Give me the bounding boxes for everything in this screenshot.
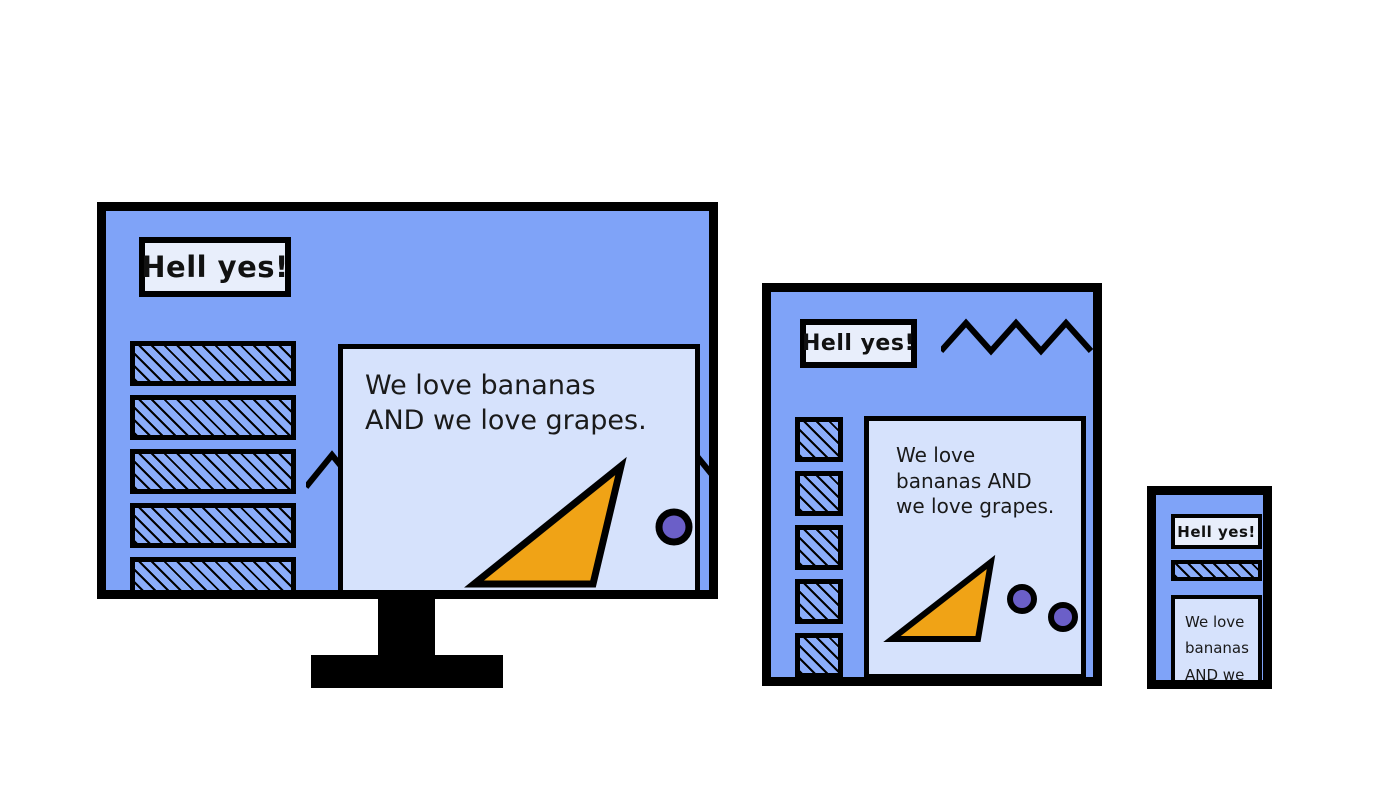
desktop-sidebar-item[interactable]	[130, 395, 296, 440]
tablet-orange-triangle	[883, 554, 996, 642]
tablet-sidebar-item[interactable]	[795, 579, 843, 624]
illustration-canvas: Hell yes! We love bananas AND we love gr…	[0, 0, 1400, 788]
tablet-screen: Hell yes! We love bananas AND we love gr…	[771, 292, 1093, 677]
tablet-sidebar-item[interactable]	[795, 633, 843, 677]
tablet-sidebar-item[interactable]	[795, 417, 843, 462]
monitor-stand-base	[311, 655, 503, 688]
tablet-purple-circle	[1048, 602, 1078, 632]
phone-content-panel: We love bananas AND we	[1171, 595, 1262, 680]
tablet-purple-circle	[1007, 584, 1037, 614]
phone-sidebar-item[interactable]	[1171, 560, 1262, 581]
monitor-stand-neck	[378, 597, 435, 659]
tablet-sidebar-item[interactable]	[795, 525, 843, 570]
desktop-sidebar-item[interactable]	[130, 341, 296, 386]
tablet-device[interactable]: Hell yes! We love bananas AND we love gr…	[762, 283, 1102, 686]
desktop-purple-circle	[655, 508, 693, 546]
phone-header-badge[interactable]: Hell yes!	[1171, 514, 1262, 549]
phone-device[interactable]: Hell yes! We love bananas AND we	[1147, 486, 1272, 689]
tablet-zigzag-decoration	[941, 317, 1093, 357]
tablet-content-panel: We love bananas AND we love grapes.	[864, 416, 1086, 677]
desktop-panel-text: We love bananas AND we love grapes.	[365, 370, 647, 436]
phone-panel-text: We love bananas AND we	[1185, 613, 1249, 680]
desktop-header-badge[interactable]: Hell yes!	[139, 237, 291, 297]
tablet-sidebar-item[interactable]	[795, 471, 843, 516]
tablet-header-badge[interactable]: Hell yes!	[800, 319, 917, 368]
phone-screen: Hell yes! We love bananas AND we	[1156, 495, 1263, 680]
desktop-sidebar-item[interactable]	[130, 503, 296, 548]
desktop-monitor[interactable]: Hell yes! We love bananas AND we love gr…	[97, 202, 718, 599]
desktop-sidebar-item[interactable]	[130, 557, 296, 590]
desktop-screen: Hell yes! We love bananas AND we love gr…	[106, 211, 709, 590]
desktop-content-panel: We love bananas AND we love grapes.	[338, 344, 700, 590]
desktop-orange-triangle	[464, 456, 627, 588]
desktop-sidebar-item[interactable]	[130, 449, 296, 494]
tablet-panel-text: We love bananas AND we love grapes.	[896, 443, 1055, 519]
